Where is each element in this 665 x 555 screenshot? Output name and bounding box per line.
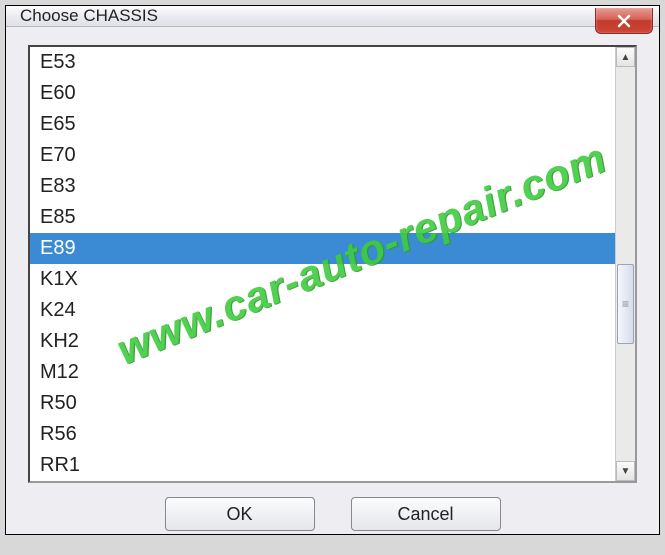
list-item[interactable]: E60 — [30, 78, 615, 109]
dialog-title: Choose CHASSIS — [20, 6, 158, 26]
list-item[interactable]: R56 — [30, 419, 615, 450]
listbox-container: E53E60E65E70E83E85E89K1XK24KH2M12R50R56R… — [28, 45, 637, 483]
scroll-track[interactable] — [616, 67, 635, 461]
list-item[interactable]: E65 — [30, 109, 615, 140]
list-item[interactable]: E70 — [30, 140, 615, 171]
ok-button[interactable]: OK — [165, 497, 315, 531]
scroll-thumb[interactable] — [617, 264, 634, 344]
close-button[interactable] — [595, 8, 653, 34]
list-item[interactable]: M12 — [30, 357, 615, 388]
list-item[interactable]: E85 — [30, 202, 615, 233]
list-item[interactable]: E53 — [30, 47, 615, 78]
chassis-listbox[interactable]: E53E60E65E70E83E85E89K1XK24KH2M12R50R56R… — [30, 47, 615, 481]
scrollbar[interactable]: ▲ ▼ — [615, 47, 635, 481]
list-item[interactable]: K1X — [30, 264, 615, 295]
cancel-button[interactable]: Cancel — [351, 497, 501, 531]
list-item[interactable]: R50 — [30, 388, 615, 419]
close-icon — [616, 14, 632, 28]
list-item[interactable]: E83 — [30, 171, 615, 202]
list-item[interactable]: E89 — [30, 233, 615, 264]
scroll-up-arrow[interactable]: ▲ — [616, 47, 635, 67]
titlebar: Choose CHASSIS — [6, 6, 659, 27]
button-row: OK Cancel — [28, 483, 637, 541]
dialog-window: Choose CHASSIS E53E60E65E70E83E85E89K1XK… — [5, 5, 660, 535]
list-item[interactable]: KH2 — [30, 326, 615, 357]
list-item[interactable]: RR1 — [30, 450, 615, 481]
list-item[interactable]: K24 — [30, 295, 615, 326]
scroll-down-arrow[interactable]: ▼ — [616, 461, 635, 481]
content-area: E53E60E65E70E83E85E89K1XK24KH2M12R50R56R… — [6, 27, 659, 555]
